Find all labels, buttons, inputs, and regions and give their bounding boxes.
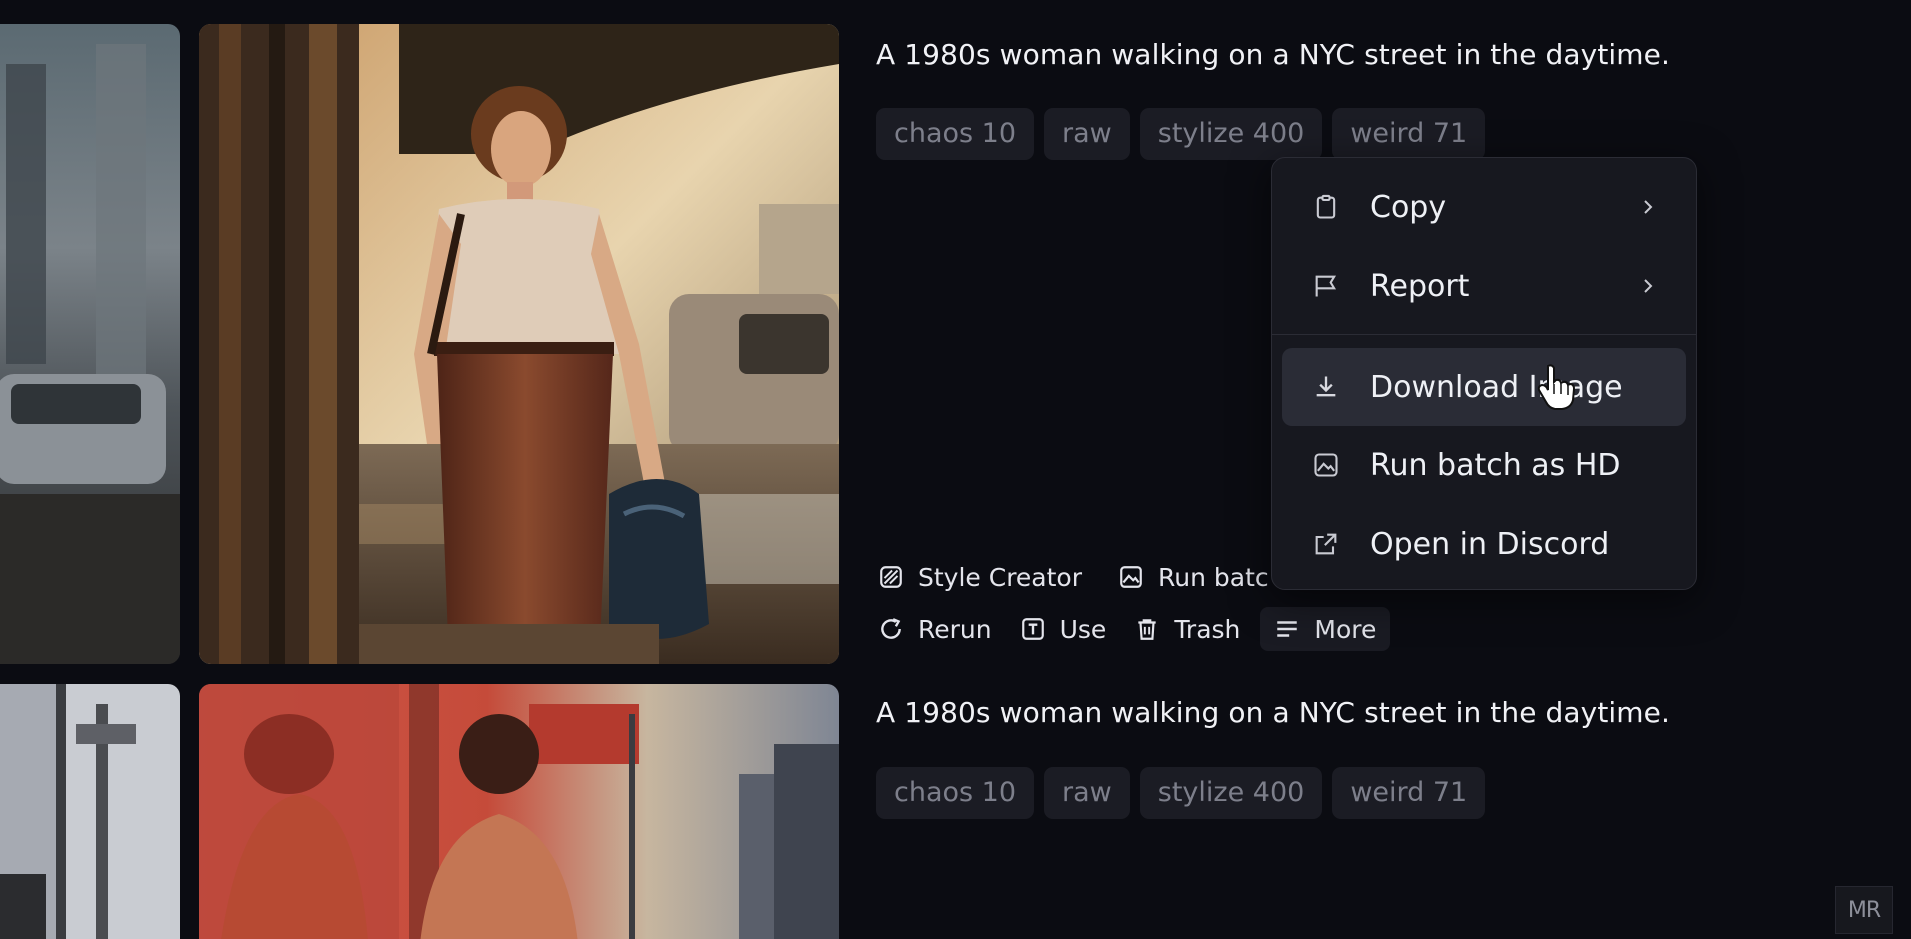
trash-label: Trash	[1174, 614, 1241, 644]
prompt-title: A 1980s woman walking on a NYC street in…	[876, 38, 1671, 71]
action-row-secondary: Rerun Use Trash More	[870, 607, 1391, 651]
clipboard-icon	[1316, 194, 1336, 219]
midjourney-gallery-page: A 1980s woman walking on a NYC street in…	[0, 0, 1911, 939]
trash-button[interactable]: Trash	[1126, 607, 1248, 651]
use-button[interactable]: Use	[1012, 607, 1115, 651]
chevron-right-icon	[1644, 200, 1653, 214]
prompt-title: A 1980s woman walking on a NYC street in…	[876, 696, 1671, 729]
menu-lines-icon	[1277, 621, 1298, 637]
run-batch-button[interactable]: Run batc	[1110, 555, 1277, 599]
menu-item-label: Run batch as HD	[1370, 447, 1621, 483]
more-label: More	[1314, 614, 1377, 644]
tag-chaos[interactable]: chaos 10	[876, 767, 1035, 819]
menu-item-label: Download Image	[1370, 369, 1623, 405]
menu-item-run-batch-hd[interactable]: Run batch as HD	[1282, 426, 1686, 504]
prompt-parameter-tags: chaos 10 raw stylize 400 weird 71	[876, 767, 1486, 819]
rerun-label: Rerun	[918, 614, 992, 644]
tag-weird[interactable]: weird 71	[1332, 767, 1486, 819]
menu-separator	[1272, 334, 1696, 335]
menu-item-label: Open in Discord	[1370, 526, 1610, 562]
run-batch-label: Run batc	[1158, 562, 1269, 592]
tag-weird[interactable]: weird 71	[1332, 108, 1486, 160]
image-tile-main[interactable]	[199, 24, 839, 664]
tag-stylize[interactable]: stylize 400	[1139, 108, 1323, 160]
action-row-primary: Style Creator Run batc	[870, 555, 1277, 599]
trash-icon	[1138, 619, 1156, 640]
image-icon	[1120, 566, 1142, 588]
image-tile-left-top[interactable]	[0, 24, 180, 664]
more-button[interactable]: More	[1260, 607, 1391, 651]
street-photo-left-bottom	[0, 684, 180, 939]
woman-walking-photo	[199, 24, 839, 664]
download-icon	[1316, 376, 1336, 397]
flag-icon	[1315, 275, 1337, 297]
external-link-icon	[1315, 533, 1337, 555]
menu-item-open-in-discord[interactable]: Open in Discord	[1282, 505, 1686, 583]
tag-raw[interactable]: raw	[1044, 767, 1130, 819]
image-tile-left-bottom[interactable]	[0, 684, 180, 939]
style-creator-button[interactable]: Style Creator	[870, 555, 1090, 599]
menu-item-report[interactable]: Report	[1282, 247, 1686, 325]
menu-item-download-image[interactable]: Download Image	[1282, 348, 1686, 426]
rerun-icon	[881, 618, 901, 639]
prompt-parameter-tags: chaos 10 raw stylize 400 weird 71	[876, 108, 1486, 160]
chevron-right-icon	[1644, 279, 1653, 293]
menu-item-copy[interactable]: Copy	[1282, 168, 1686, 246]
rerun-button[interactable]: Rerun	[870, 607, 1000, 651]
menu-item-label: Copy	[1370, 189, 1447, 225]
style-creator-icon	[880, 566, 902, 588]
tag-stylize[interactable]: stylize 400	[1139, 767, 1323, 819]
style-creator-label: Style Creator	[918, 562, 1083, 592]
more-context-menu: Copy Report Download Image Run batch as …	[1271, 157, 1697, 590]
street-photo-left	[0, 24, 180, 664]
menu-item-label: Report	[1370, 268, 1470, 304]
watermark-logo: MR	[1835, 886, 1893, 934]
hand-cursor-icon	[1537, 364, 1576, 410]
use-label: Use	[1059, 614, 1107, 644]
woman-red-street-photo	[199, 684, 839, 939]
image-tile-bottom[interactable]	[199, 684, 839, 939]
text-t-icon	[1021, 618, 1044, 640]
tag-chaos[interactable]: chaos 10	[876, 108, 1035, 160]
image-icon	[1314, 453, 1338, 477]
tag-raw[interactable]: raw	[1044, 108, 1130, 160]
